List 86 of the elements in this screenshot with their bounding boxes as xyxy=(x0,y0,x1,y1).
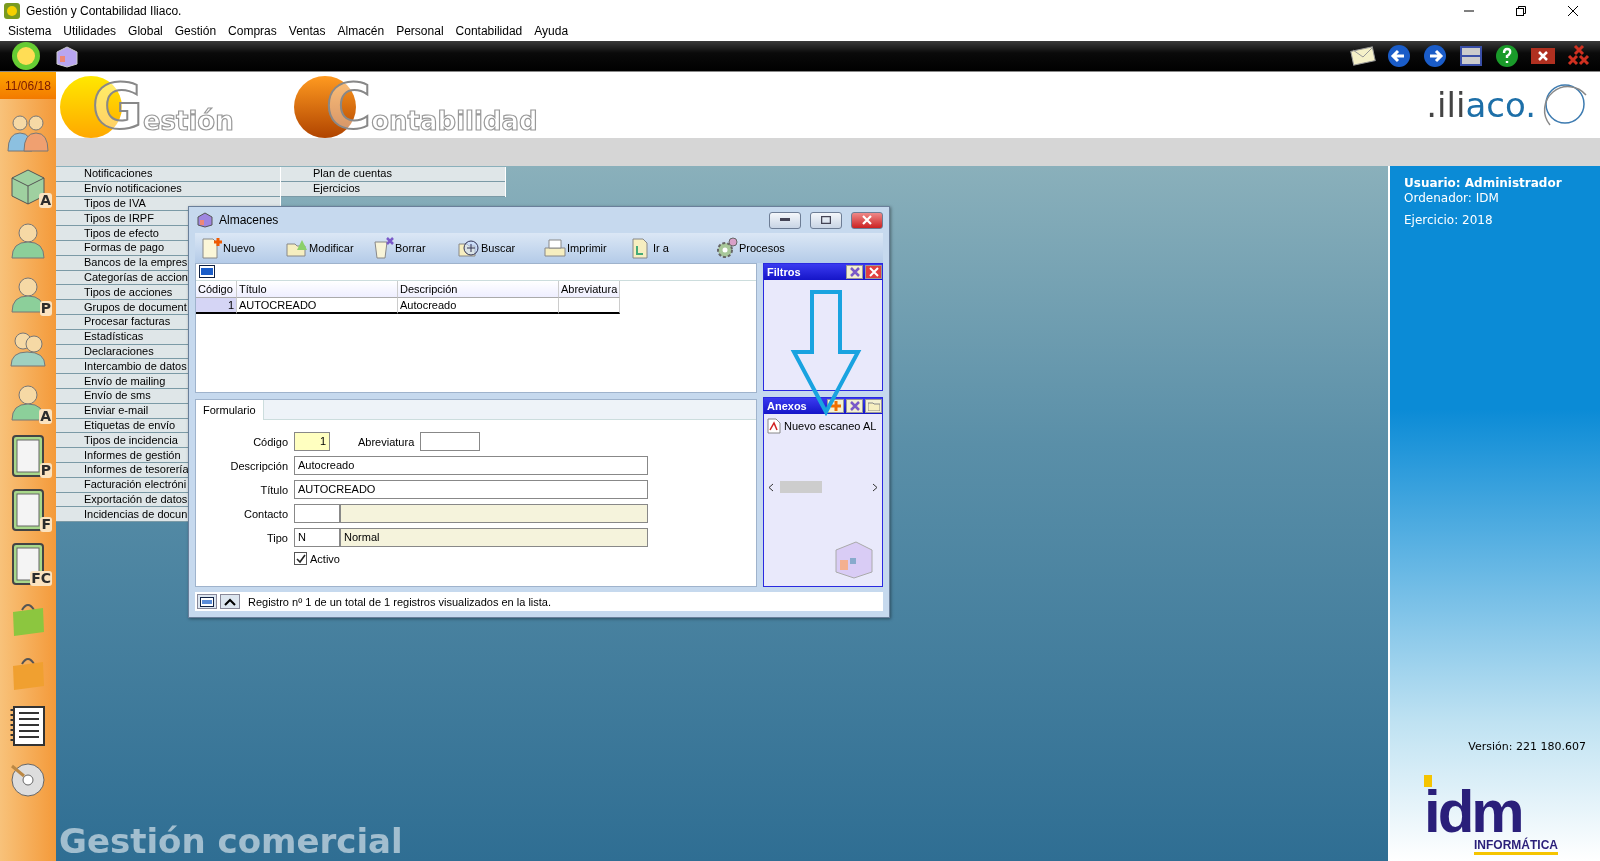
printer-icon xyxy=(543,236,567,260)
sidebar-button[interactable]: A xyxy=(3,160,53,211)
field-label: Tipo xyxy=(266,531,288,544)
dialog-title: Almacenes xyxy=(219,213,280,227)
input-field[interactable]: Autocreado xyxy=(294,456,648,475)
year-label: Ejercicio: 2018 xyxy=(1404,213,1494,227)
column-header[interactable]: Título xyxy=(237,281,398,298)
warehouse-icon xyxy=(197,212,213,228)
caret-up-icon xyxy=(224,597,236,606)
new-document-icon xyxy=(199,236,223,260)
field-label: Abreviatura xyxy=(358,435,415,448)
table-cell xyxy=(559,298,620,314)
collapse-button[interactable] xyxy=(220,594,240,609)
brand-logo-text: idm xyxy=(1424,787,1522,837)
column-header[interactable]: Código xyxy=(196,281,237,298)
checkbox[interactable] xyxy=(294,552,307,565)
scroll-left-icon xyxy=(768,482,774,492)
module-title: Gestión comercial xyxy=(58,821,404,861)
sidebar-button[interactable]: A xyxy=(3,376,53,427)
close-icon xyxy=(862,215,872,225)
input-field[interactable]: N xyxy=(294,528,340,547)
input-field[interactable] xyxy=(420,432,481,451)
tab[interactable]: Formulario xyxy=(196,400,264,420)
gear-icon xyxy=(715,236,739,260)
window-icon xyxy=(200,596,214,607)
app-icon xyxy=(4,2,20,19)
menu-item[interactable]: Compras xyxy=(222,21,283,41)
toolbar-button[interactable]: Ir a xyxy=(625,234,711,262)
columns-icon[interactable] xyxy=(199,265,215,278)
column-header[interactable]: Descripción xyxy=(398,281,559,298)
input-field[interactable]: AUTOCREADO xyxy=(294,480,648,499)
table-cell: Autocreado xyxy=(398,298,559,314)
menu-list-item[interactable]: Notificaciones xyxy=(56,167,280,182)
trash-icon xyxy=(371,236,395,260)
table-cell: AUTOCREADO xyxy=(237,298,398,314)
input-field[interactable] xyxy=(294,504,340,523)
status-text: Registro nº 1 de un total de 1 registros visualizados en la lista. xyxy=(248,595,551,608)
checkbox-label: Activo xyxy=(310,552,340,565)
attachment-item[interactable]: Nuevo escaneo AL xyxy=(764,414,882,438)
brand-tagline: INFORMÁTICA xyxy=(1474,838,1558,855)
clear-button[interactable] xyxy=(846,265,863,279)
sidebar-button[interactable]: P xyxy=(3,268,53,319)
table-cell: 1 xyxy=(196,298,237,314)
menu-item[interactable]: Gestión xyxy=(168,21,223,41)
minimize-button[interactable] xyxy=(769,211,801,229)
sidebar-button[interactable]: F xyxy=(3,484,53,535)
horizontal-scrollbar[interactable] xyxy=(768,480,878,494)
maximize-button[interactable] xyxy=(810,211,842,229)
panel-title: Filtros xyxy=(767,266,802,278)
toolbar-button[interactable]: Procesos xyxy=(711,234,797,262)
menu-item[interactable]: Personal xyxy=(390,21,450,41)
pdf-file-icon xyxy=(767,418,781,434)
user-label: Usuario: Administrador xyxy=(1404,176,1563,190)
column-header[interactable]: Abreviatura xyxy=(559,281,620,298)
menu-list-item[interactable]: Ejercicios xyxy=(281,181,505,197)
menu-item[interactable]: Sistema xyxy=(2,21,58,41)
menu-item[interactable]: Almacén xyxy=(331,21,391,41)
window-title: Gestión y Contabilidad Iliaco. xyxy=(26,3,183,18)
sidebar-button[interactable]: FC xyxy=(3,538,53,589)
toolbar-button[interactable]: Buscar xyxy=(453,234,539,262)
computer-label: Ordenador: IDM xyxy=(1404,191,1500,205)
menu-list-item[interactable]: Plan de cuentas xyxy=(281,167,505,182)
restore-icon xyxy=(1516,5,1526,16)
menu-item[interactable]: Utilidades xyxy=(57,21,123,41)
maximize-icon xyxy=(821,216,831,224)
menu-item[interactable]: Global xyxy=(122,21,169,41)
toolbar-button[interactable]: Imprimir xyxy=(539,234,625,262)
toolbar-button[interactable]: Modificar xyxy=(281,234,367,262)
input-field[interactable]: 1 xyxy=(294,432,330,451)
version-label: Versión: 221 180.607 xyxy=(1467,740,1586,753)
menu-item[interactable]: Ayuda xyxy=(528,21,575,41)
menu-item[interactable]: Ventas xyxy=(282,21,332,41)
delete-button[interactable] xyxy=(846,399,863,413)
menu-item[interactable]: Contabilidad xyxy=(449,21,529,41)
date-label: 11/06/18 xyxy=(0,72,56,99)
read-only-field: Normal xyxy=(340,528,648,547)
close-icon xyxy=(1568,5,1578,16)
sidebar-button[interactable]: P xyxy=(3,430,53,481)
scroll-right-icon xyxy=(872,482,878,492)
brand-logo-text: .iliaco. xyxy=(1426,85,1536,125)
minimize-icon xyxy=(780,218,790,222)
notebook-icon xyxy=(9,704,47,747)
logo-square-icon xyxy=(1424,775,1432,787)
toolbar-button[interactable]: Borrar xyxy=(367,234,453,262)
panel-title: Anexos xyxy=(767,400,808,412)
menu-list-item[interactable]: Envío notificaciones xyxy=(56,181,280,197)
